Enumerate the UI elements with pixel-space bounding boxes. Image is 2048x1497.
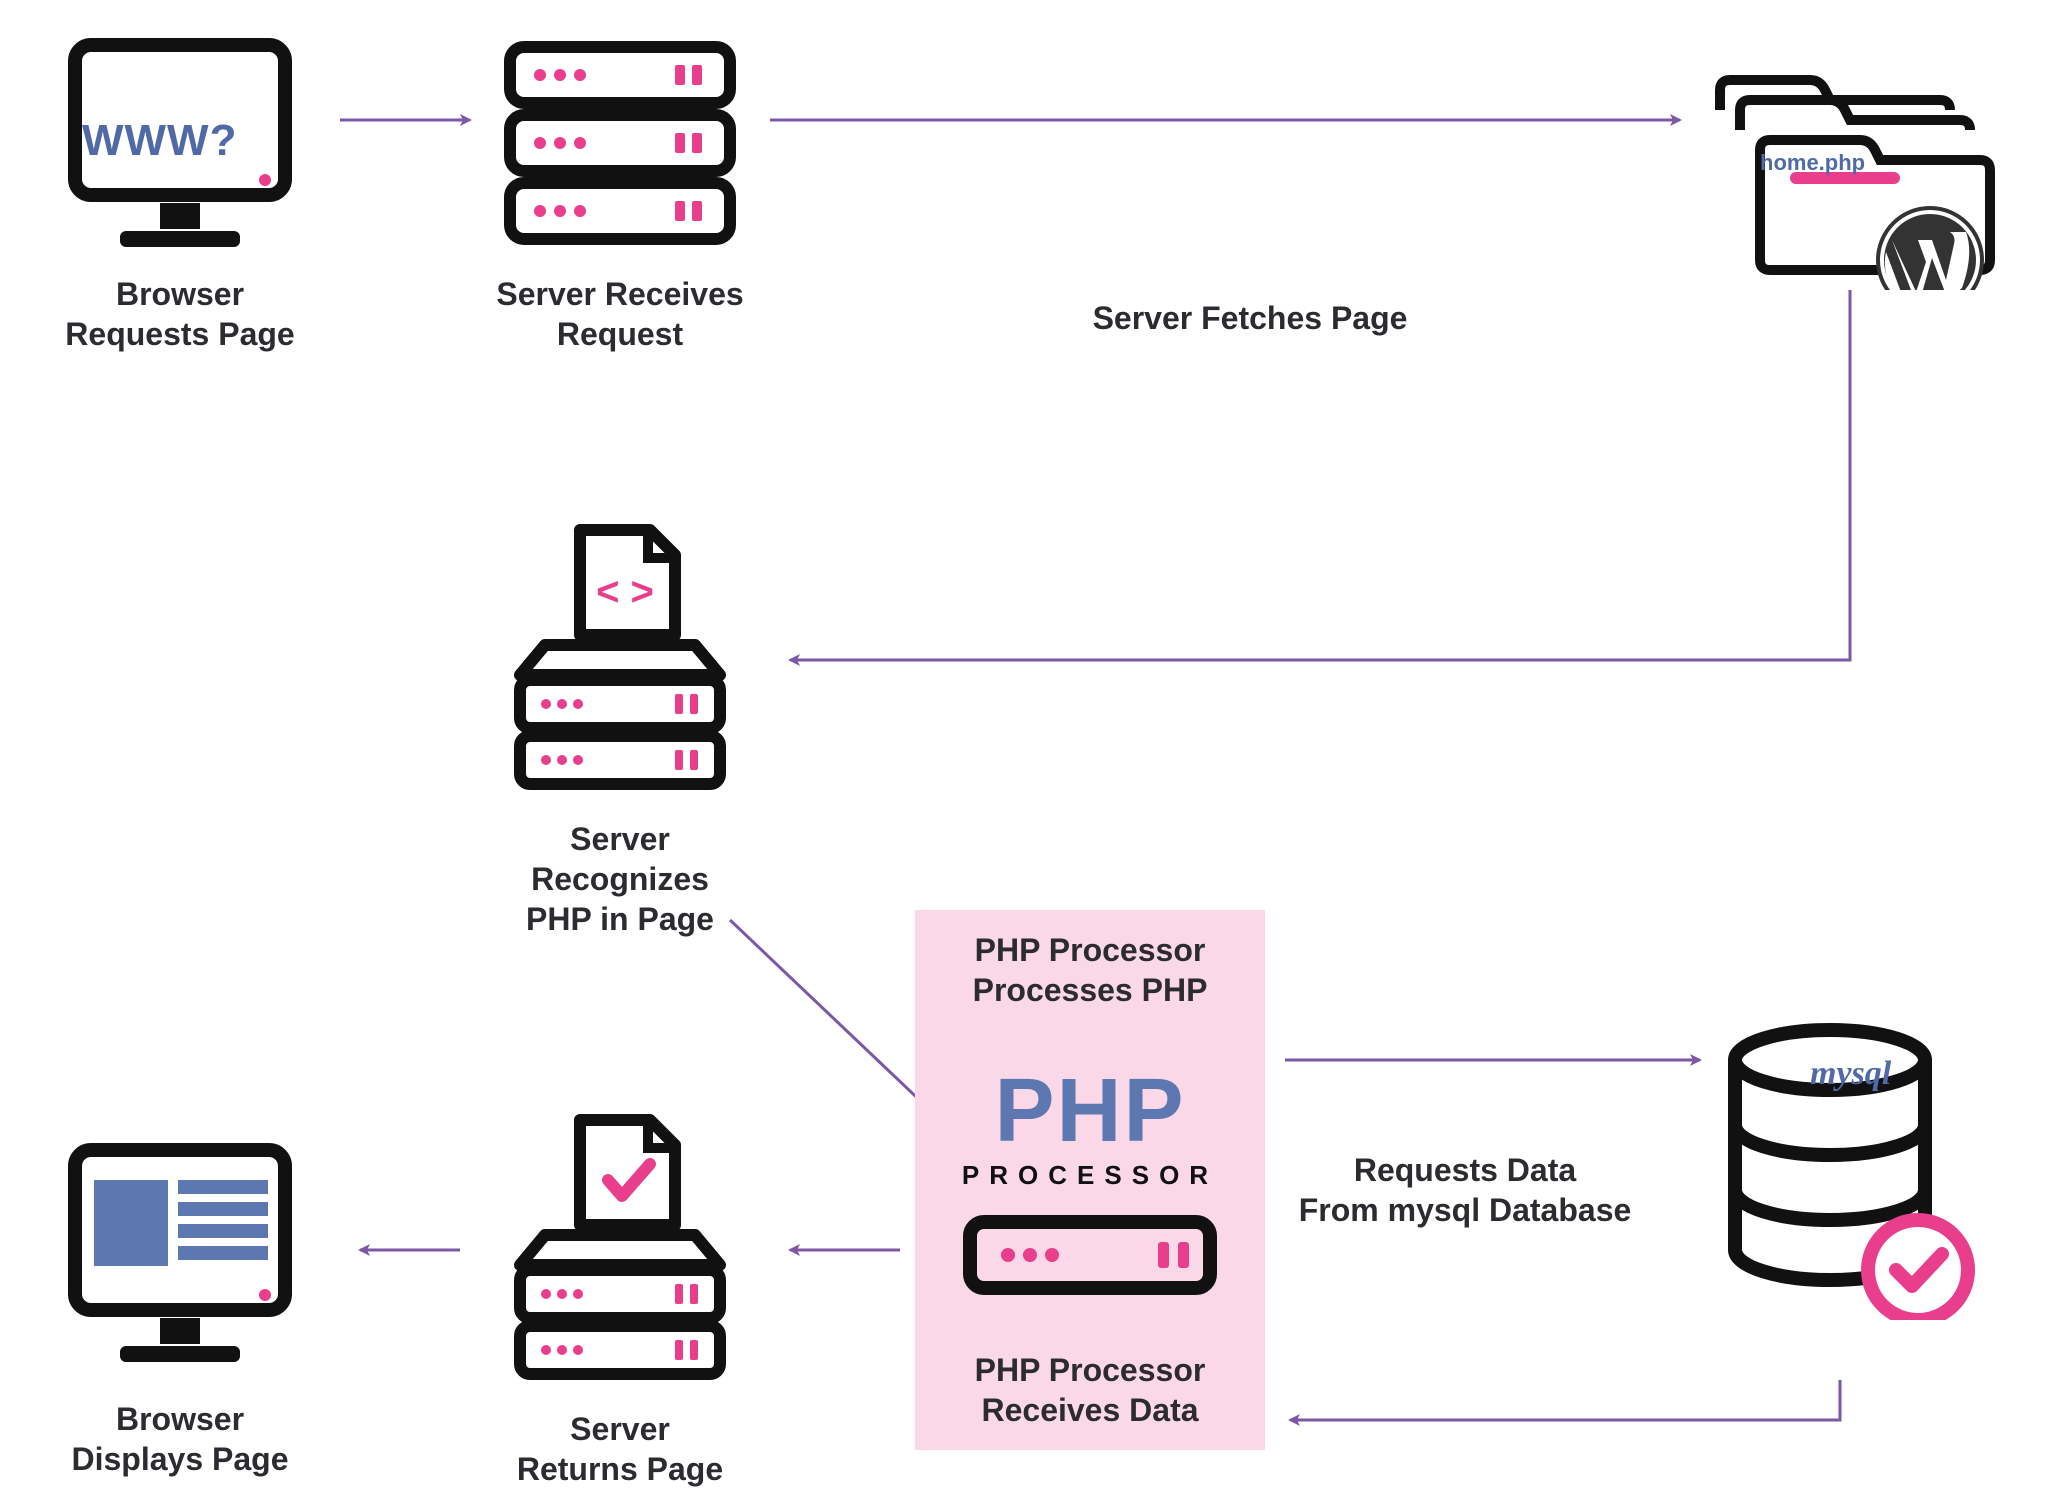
server-code-icon: < > <box>490 520 750 805</box>
caption-server-receives: Server Receives Request <box>490 274 750 354</box>
svg-text:< >: < > <box>596 570 654 614</box>
node-browser-request: Browser Requests Page <box>50 35 310 354</box>
caption-server-recognizes: Server Recognizes PHP in Page <box>490 819 750 939</box>
caption-php-bot: PHP Processor Receives Data <box>915 1350 1265 1430</box>
node-browser-displays: Browser Displays Page <box>50 1140 310 1479</box>
www-text: WWW? <box>82 116 237 166</box>
node-server-recognizes: < > Server Recognizes PHP in Page <box>490 520 750 939</box>
caption-mysql: Requests Data From mysql Database <box>1275 1150 1655 1230</box>
server-unit-icon <box>960 1210 1220 1305</box>
node-server-receives: Server Receives Request <box>490 35 750 354</box>
homephp-text: home.php <box>1760 150 1865 176</box>
monitor-content-icon <box>60 1140 300 1385</box>
mysql-text: mysql <box>1810 1055 1891 1093</box>
node-php-processor: PHP Processor Processes PHP PHP PROCESSO… <box>915 910 1265 1450</box>
caption-browser-displays: Browser Displays Page <box>50 1399 310 1479</box>
caption-browser-request: Browser Requests Page <box>50 274 310 354</box>
caption-php-top: PHP Processor Processes PHP <box>915 930 1265 1010</box>
server-check-icon <box>490 1110 750 1395</box>
diagram-canvas: Browser Requests Page WWW? Server Receiv… <box>0 0 2048 1497</box>
php-big-text: PHP <box>915 1060 1265 1163</box>
node-server-returns: Server Returns Page <box>490 1110 750 1489</box>
php-sub-text: PROCESSOR <box>915 1160 1265 1191</box>
caption-server-returns: Server Returns Page <box>490 1409 750 1489</box>
server-stack-icon <box>490 35 750 260</box>
caption-server-fetches: Server Fetches Page <box>1000 300 1500 337</box>
